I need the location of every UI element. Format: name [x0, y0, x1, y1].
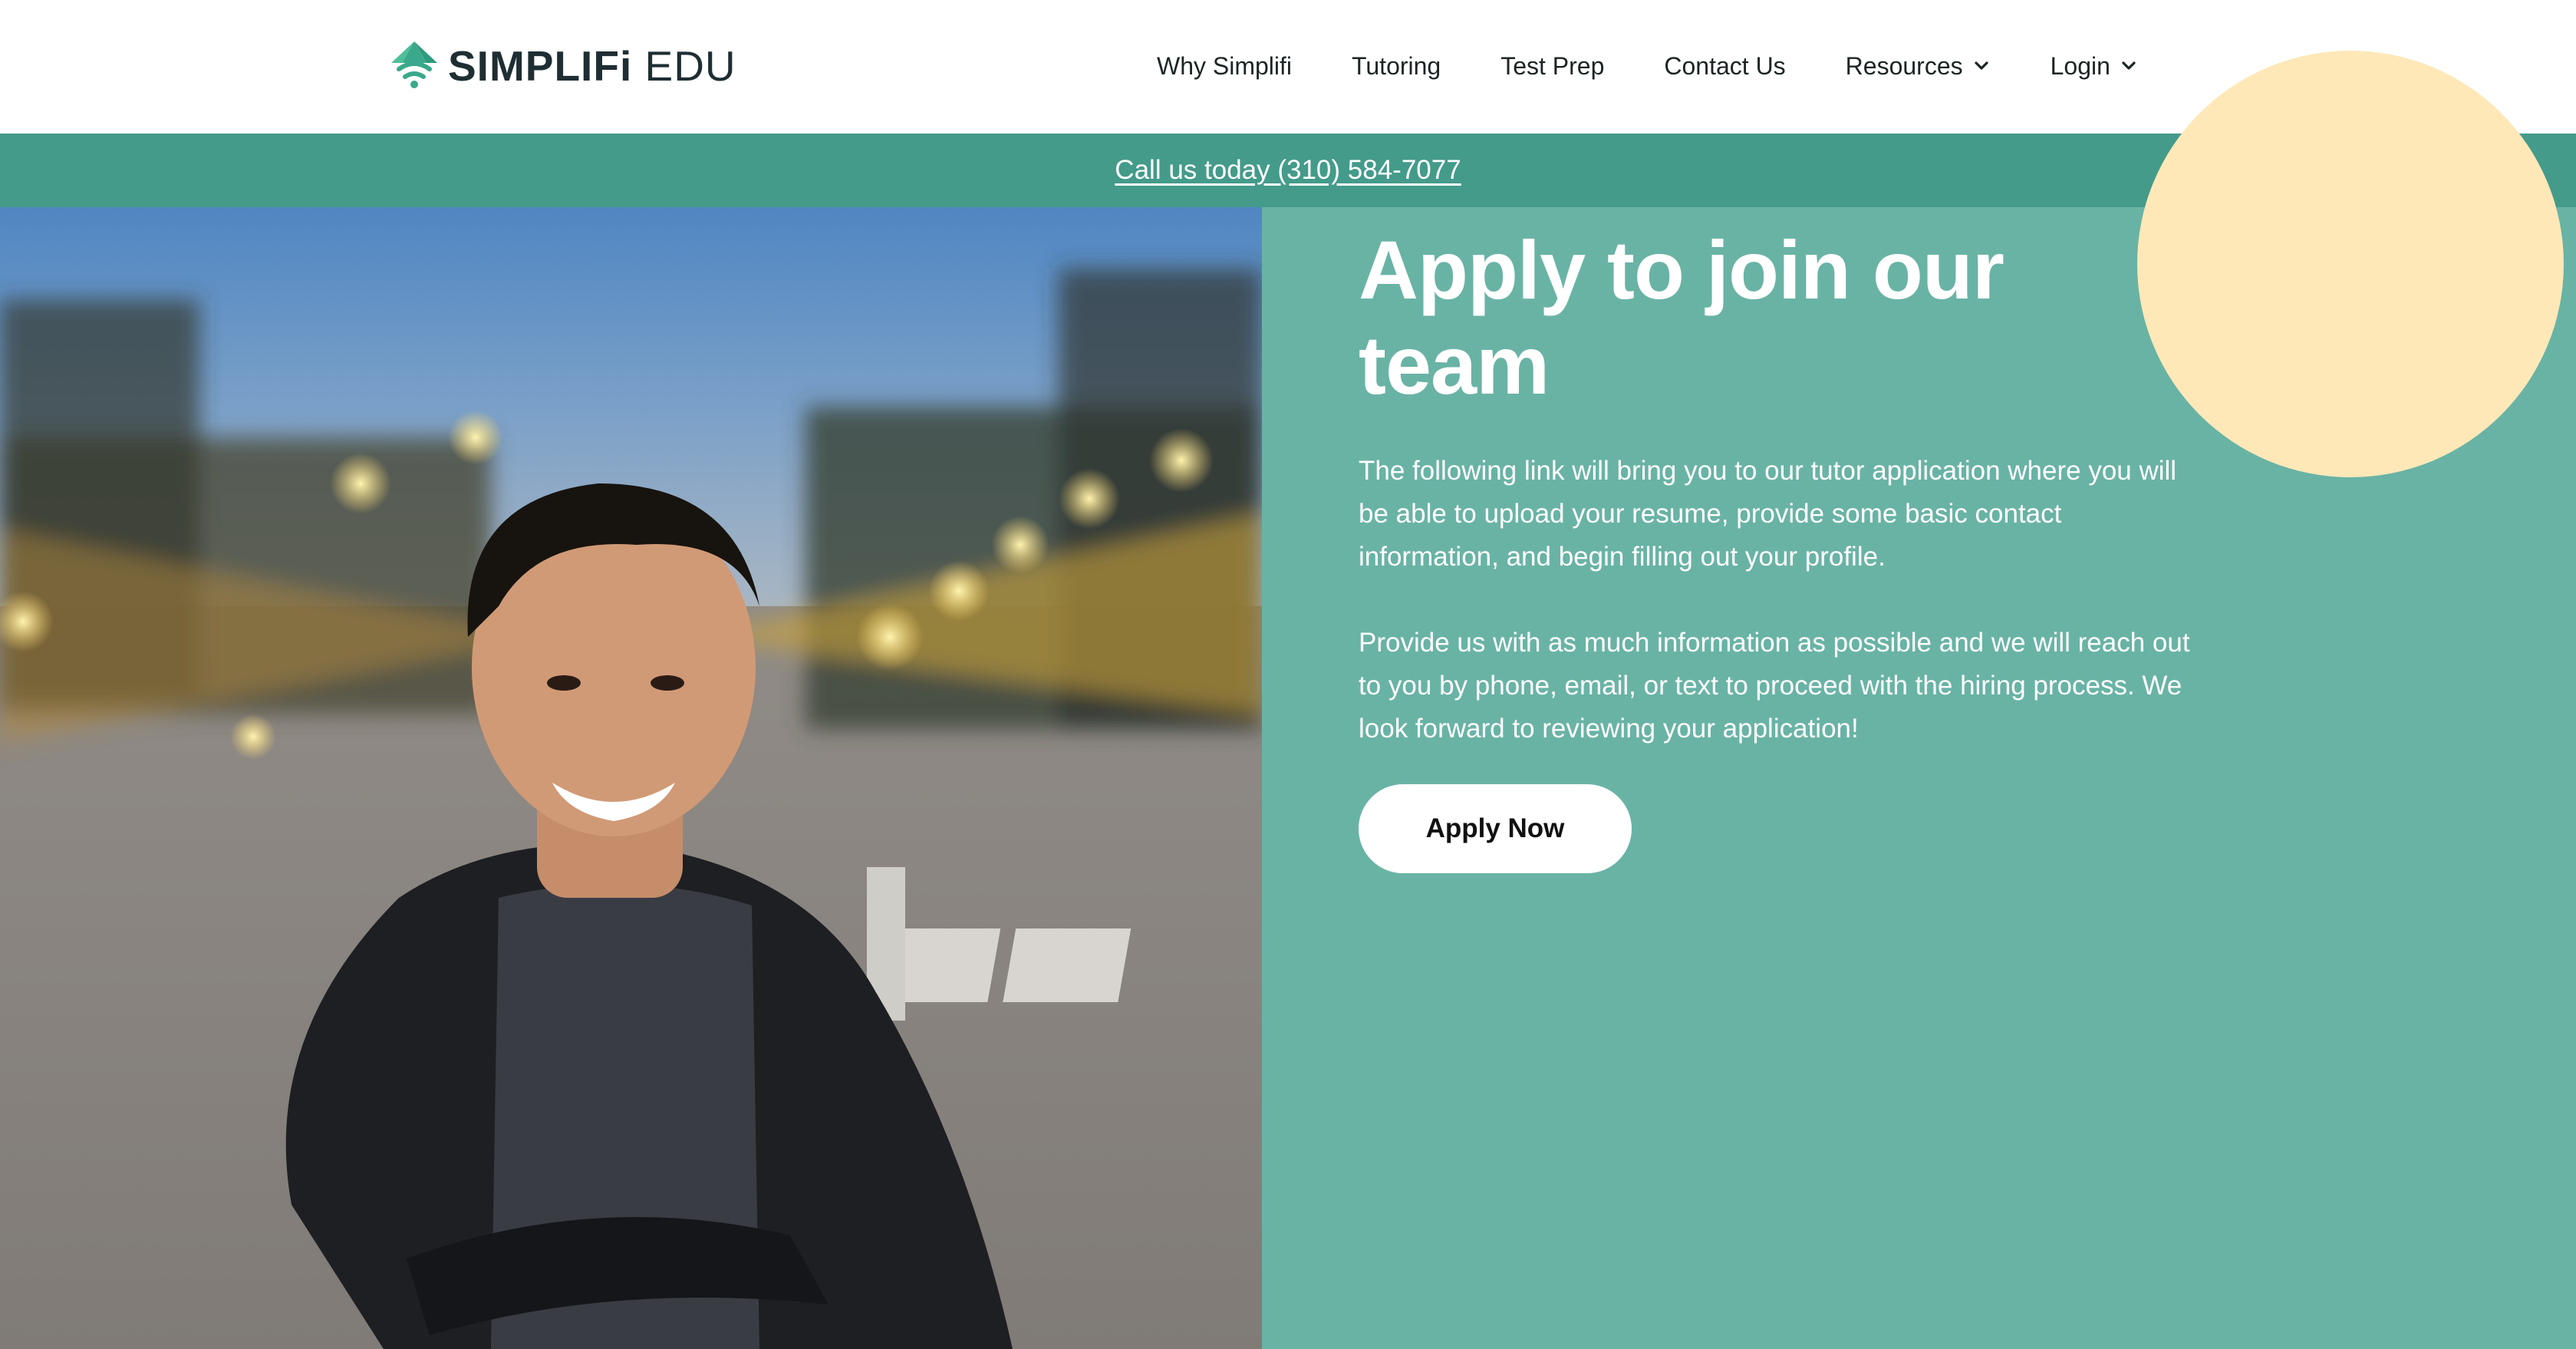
nav-label: Login	[2050, 51, 2110, 80]
hero-content: Apply to join our team The following lin…	[1359, 223, 2202, 873]
headline-line-2: team	[1359, 318, 1550, 411]
nav-label: Contact Us	[1664, 51, 1786, 80]
logo-wordmark: SIMPLIFi EDU	[448, 45, 736, 87]
nav-tutoring[interactable]: Tutoring	[1352, 52, 1441, 81]
nav-label: Resources	[1845, 51, 1963, 80]
nav-login-dropdown[interactable]: Login	[2051, 52, 2138, 81]
page: SIMPLIFi EDU Why Simplifi Tutoring Test …	[0, 0, 2576, 1349]
wifi-leaf-logo-icon	[391, 41, 437, 88]
logo-wordmark-light: EDU	[632, 41, 736, 90]
nav-contact-us[interactable]: Contact Us	[1664, 52, 1785, 81]
nav-label: Why Simplifi	[1157, 51, 1293, 80]
site-logo[interactable]: SIMPLIFi EDU	[388, 38, 736, 94]
call-phone-link[interactable]: Call us today (310) 584-7077	[1115, 155, 1461, 186]
chevron-down-icon	[2122, 61, 2136, 70]
hero-photo	[0, 207, 1262, 1349]
hero-paragraph-1: The following link will bring you to our…	[1359, 456, 2177, 572]
hero-paragraph-2: Provide us with as much information as p…	[1359, 628, 2190, 744]
nav-why-simplifi[interactable]: Why Simplifi	[1157, 52, 1292, 81]
chevron-down-icon	[1975, 61, 1988, 70]
nav-label: Test Prep	[1500, 51, 1605, 80]
hero-headline: Apply to join our team	[1359, 223, 2202, 413]
headline-line-1: Apply to join our	[1359, 223, 2004, 316]
hero-photo-illustration	[0, 207, 1262, 1349]
apply-now-button[interactable]: Apply Now	[1359, 784, 1632, 873]
nav-test-prep[interactable]: Test Prep	[1500, 52, 1604, 81]
nav-label: Tutoring	[1352, 51, 1441, 80]
nav-resources-dropdown[interactable]: Resources	[1846, 52, 1991, 81]
main-nav: Why Simplifi Tutoring Test Prep Contact …	[1157, 43, 2138, 89]
logo-wordmark-bold: SIMPLIFi	[448, 41, 633, 90]
site-header: SIMPLIFi EDU Why Simplifi Tutoring Test …	[0, 0, 2576, 134]
